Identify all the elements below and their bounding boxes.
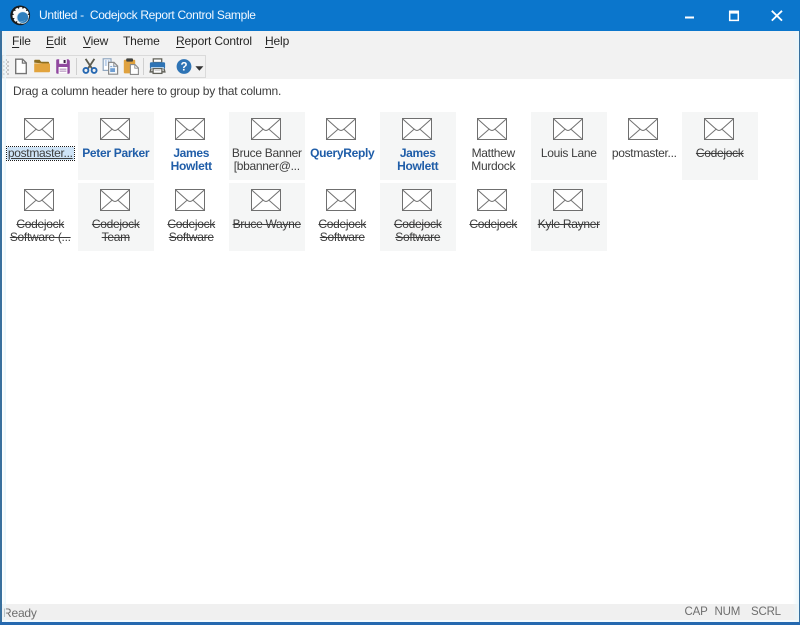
svg-text:?: ? [180, 62, 187, 74]
